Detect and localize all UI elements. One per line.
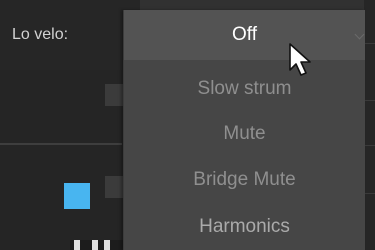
velocity-dropdown-menu[interactable]: Off Slow strum Mute Bridge Mute Harmonic… (123, 10, 365, 250)
dropdown-option-label: Mute (223, 122, 266, 144)
dropdown-option[interactable]: Bridge Mute (124, 157, 365, 202)
left-panel (0, 70, 140, 250)
dropdown-option-label: Slow strum (197, 77, 292, 99)
dropdown-option[interactable]: Harmonics (124, 204, 365, 249)
instrument-panel: Lo velo: Off Slow strum Mute Bridge Mute (0, 0, 375, 250)
dropdown-option-label: Bridge Mute (193, 168, 296, 190)
dropdown-option-selected[interactable]: Off (124, 10, 365, 60)
dropdown-option-label: Off (232, 24, 257, 45)
dropdown-option[interactable]: Slow strum (124, 66, 365, 111)
panel-divider (0, 143, 122, 145)
color-swatch[interactable] (64, 183, 90, 209)
velocity-row: Lo velo: (0, 0, 140, 70)
chevron-down-icon (354, 29, 365, 40)
dropdown-option[interactable]: Mute (124, 111, 365, 156)
lo-velo-label: Lo velo: (12, 26, 69, 43)
keyboard-strip (70, 240, 130, 250)
right-edge (364, 0, 375, 250)
mouse-pointer-icon (289, 43, 311, 76)
dropdown-option-label: Harmonics (199, 215, 290, 237)
